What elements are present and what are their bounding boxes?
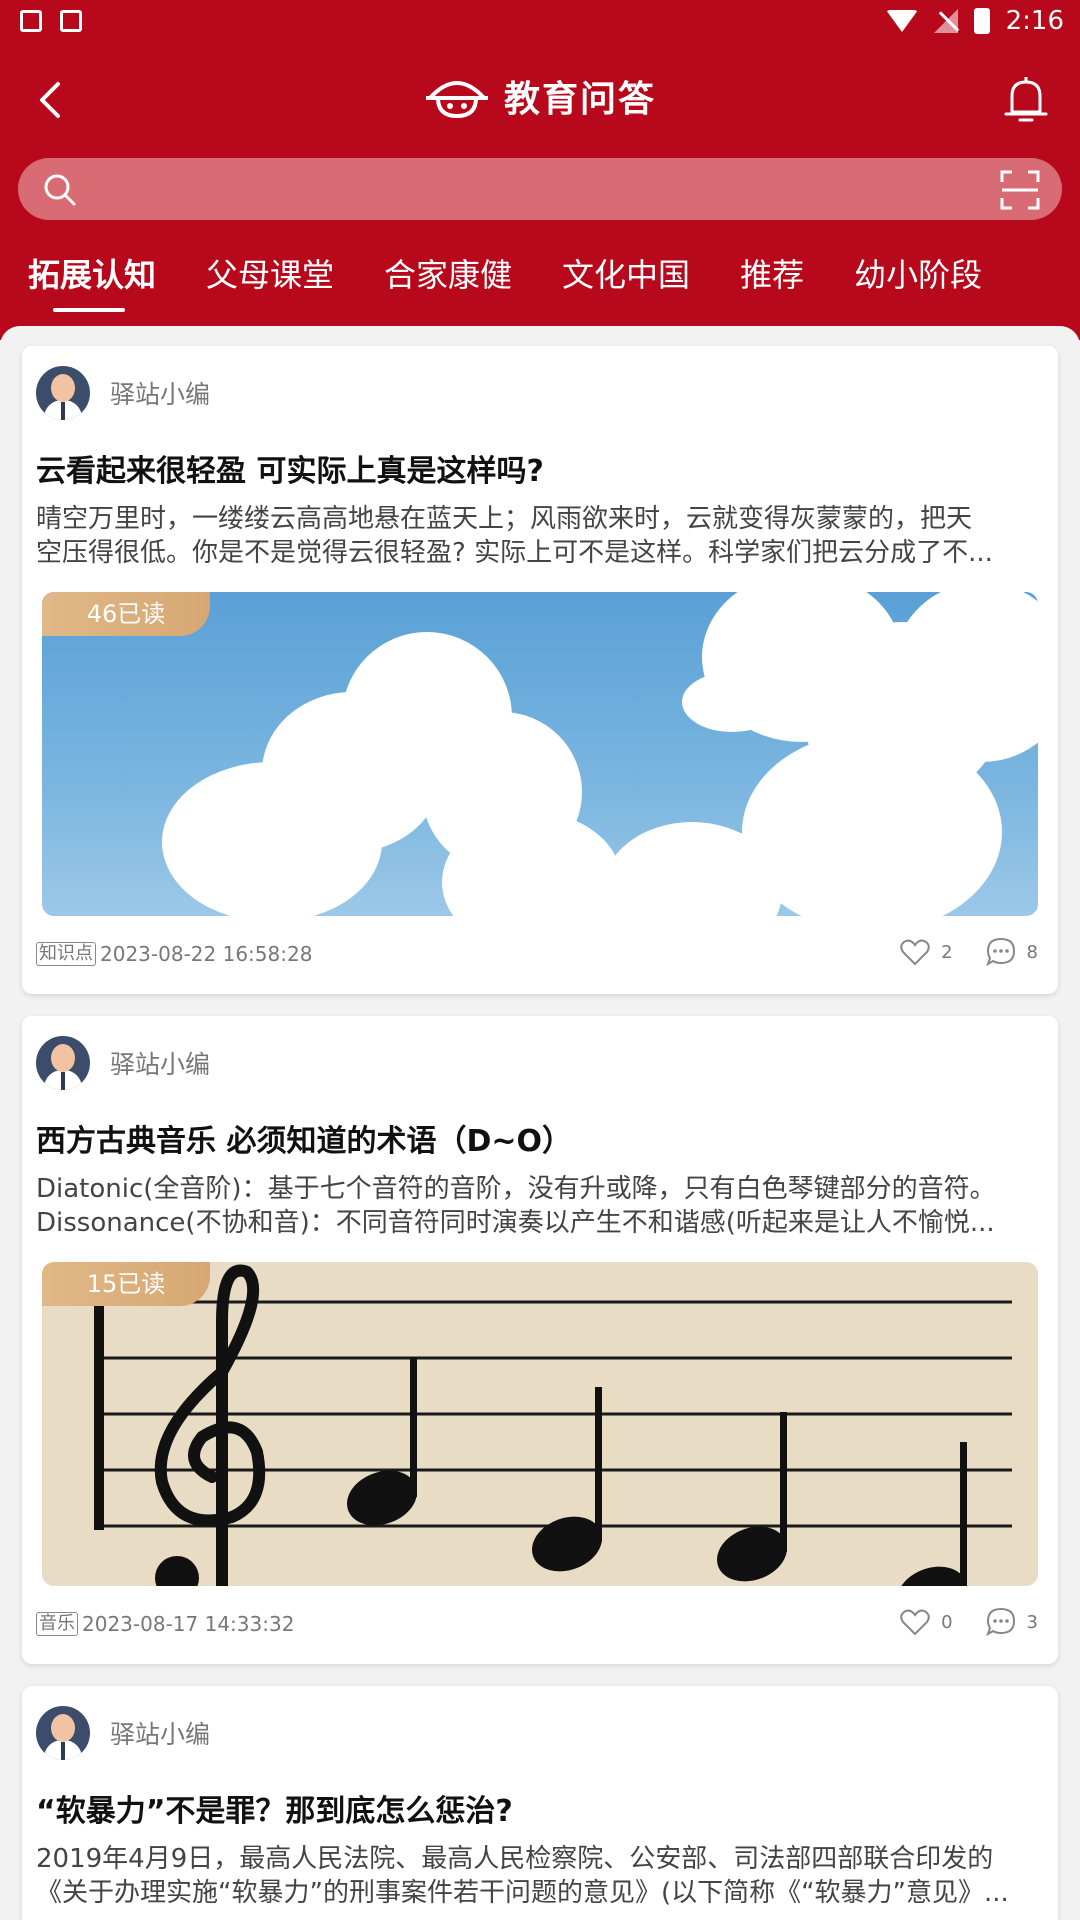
author-row: 驿站小编 [36, 1036, 210, 1090]
article-meta: 音乐 2023-08-17 14:33:32 [36, 1612, 294, 1636]
avatar [36, 1706, 90, 1760]
tab-recommend[interactable]: 推荐 [712, 248, 826, 312]
author-name: 驿站小编 [110, 1720, 211, 1749]
comment-icon[interactable] [985, 936, 1017, 968]
like-count: 2 [941, 941, 953, 963]
comment-icon[interactable] [985, 1606, 1017, 1638]
battery-icon [973, 8, 990, 34]
article-summary: Diatonic(全音阶)：基于七个音符的音阶，没有升或降，只有白色琴键部分的音… [36, 1174, 996, 1238]
signal-icon [933, 9, 958, 33]
gallery-icon [20, 10, 42, 32]
avatar [36, 366, 90, 420]
read-count-badge: 15已读 [42, 1262, 210, 1306]
publish-date: 2023-08-22 16:58:28 [100, 942, 313, 966]
publish-date: 2023-08-17 14:33:32 [82, 1612, 295, 1636]
tab-family-health[interactable]: 合家康健 [356, 248, 534, 312]
wifi-icon [885, 10, 918, 32]
article-stats: 2 8 [899, 936, 1038, 968]
article-summary: 2019年4月9日，最高人民法院、最高人民检察院、公安部、司法部四部联合印发的 … [36, 1844, 1009, 1908]
article-cover-image[interactable]: 15已读 [42, 1262, 1038, 1586]
article-card[interactable]: 驿站小编 云看起来很轻盈 可实际上真是这样吗? 晴空万里时，一缕缕云高高地悬在蓝… [22, 346, 1058, 994]
status-time: 2:16 [1005, 6, 1064, 36]
tab-culture-china[interactable]: 文化中国 [534, 248, 712, 312]
comment-count: 3 [1026, 1611, 1038, 1633]
author-row: 驿站小编 [36, 366, 210, 420]
comment-count: 8 [1026, 941, 1038, 963]
article-summary: 晴空万里时，一缕缕云高高地悬在蓝天上；风雨欲来时，云就变得灰蒙蒙的，把天 空压得… [36, 504, 993, 568]
article-cover-image[interactable]: 46已读 [42, 592, 1038, 916]
page-title: 教育问答 [503, 79, 656, 120]
article-meta: 知识点 2023-08-22 16:58:28 [36, 942, 312, 966]
author-name: 驿站小编 [110, 1050, 211, 1079]
scan-icon[interactable] [1000, 170, 1040, 210]
logo-icon [425, 81, 488, 119]
article-stats: 0 3 [899, 1606, 1038, 1638]
font-icon [60, 10, 82, 32]
music-staff-illustration [94, 1264, 1012, 1586]
search-icon [44, 174, 76, 206]
article-title[interactable]: “软暴力”不是罪？那到底怎么惩治? [36, 1786, 513, 1830]
tab-parents-class[interactable]: 父母课堂 [178, 248, 356, 312]
article-card[interactable]: 驿站小编 “软暴力”不是罪？那到底怎么惩治? 2019年4月9日，最高人民法院、… [22, 1686, 1058, 1920]
status-bar: 2:16 [0, 0, 1080, 44]
bell-icon[interactable] [1002, 74, 1050, 126]
heart-icon[interactable] [899, 936, 931, 968]
article-title[interactable]: 云看起来很轻盈 可实际上真是这样吗? [36, 446, 544, 490]
tab-active-indicator [53, 308, 125, 312]
tab-preschool-stage[interactable]: 幼小阶段 [826, 248, 1004, 312]
article-card[interactable]: 驿站小编 西方古典音乐 必须知道的术语（D~O） Diatonic(全音阶)：基… [22, 1016, 1058, 1664]
avatar [36, 1036, 90, 1090]
heart-icon[interactable] [899, 1606, 931, 1638]
read-count-badge: 46已读 [42, 592, 210, 636]
nav-bar: 教育问答 [0, 60, 1080, 140]
search-bar[interactable] [18, 158, 1062, 220]
like-count: 0 [941, 1611, 953, 1633]
article-list: 驿站小编 云看起来很轻盈 可实际上真是这样吗? 晴空万里时，一缕缕云高高地悬在蓝… [0, 326, 1080, 1920]
category-tag: 知识点 [36, 942, 96, 966]
author-name: 驿站小编 [110, 380, 211, 409]
category-tag: 音乐 [36, 1612, 78, 1636]
search-input[interactable] [94, 166, 978, 214]
tab-expand-cognition[interactable]: 拓展认知 [0, 248, 178, 312]
category-tabs: 拓展认知 父母课堂 合家康健 文化中国 推荐 幼小阶段 [0, 248, 1080, 318]
article-title[interactable]: 西方古典音乐 必须知道的术语（D~O） [36, 1116, 572, 1160]
author-row: 驿站小编 [36, 1706, 210, 1760]
